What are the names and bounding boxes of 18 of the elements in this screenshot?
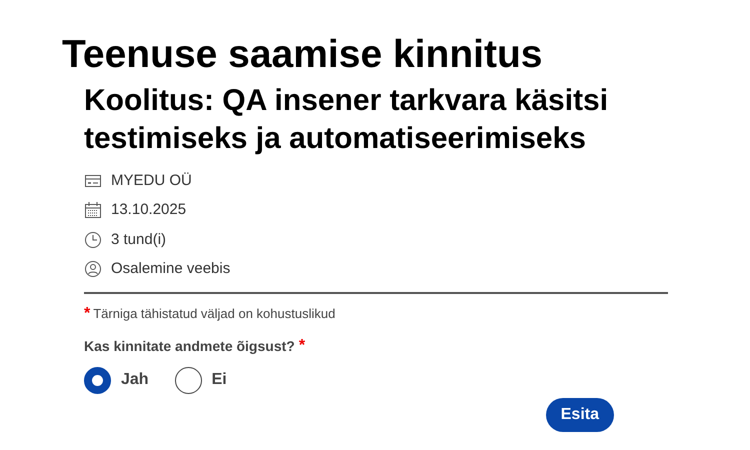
radio-label: Jah <box>121 370 149 390</box>
detail-text: Osalemine veebis <box>111 259 230 279</box>
detail-text: MYEDU OÜ <box>111 170 192 190</box>
required-asterisk: * <box>298 338 306 354</box>
calendar-icon <box>84 201 102 220</box>
submit-button[interactable]: Esita <box>546 398 614 432</box>
course-title: Koolitus: QA insener tarkvara käsitsi testimiseks ja automatiseerimiseks <box>84 83 610 157</box>
detail-text: 13.10.2025 <box>111 200 186 220</box>
radio-label: Ei <box>212 370 227 390</box>
detail-text: 3 tund(i) <box>111 230 166 250</box>
page-title: Teenuse saamise kinnitus <box>62 32 544 78</box>
question-label: Kas kinnitate andmete õigsust? <box>84 336 295 356</box>
radio-button[interactable] <box>84 366 111 394</box>
radio-button[interactable] <box>174 366 202 394</box>
person-icon <box>84 260 102 278</box>
clock-icon <box>84 230 102 249</box>
required-note: Tärniga tähistatud väljad on kohustuslikud <box>93 305 336 323</box>
required-asterisk: * <box>84 306 90 322</box>
